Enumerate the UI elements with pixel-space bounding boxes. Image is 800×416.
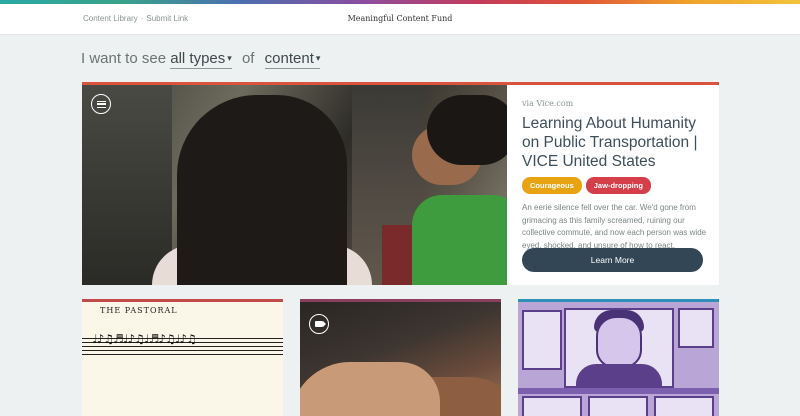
video-icon [309, 314, 329, 334]
illustration-panel [654, 396, 714, 416]
photo-person-green-shirt [412, 195, 507, 285]
featured-info: via Vice.com Learning About Humanity on … [522, 99, 712, 252]
illustration-body [576, 364, 662, 388]
tag-courageous[interactable]: Courageous [522, 177, 582, 194]
content-dropdown[interactable]: content ▾ [264, 50, 321, 69]
content-card[interactable] [300, 299, 501, 416]
content-dropdown-value: content [264, 50, 314, 67]
top-bar: Content Library · Submit Link Meaningful C… [0, 4, 800, 35]
filter-middle: of [241, 50, 255, 67]
illustration-band [518, 388, 719, 394]
tag-jaw-dropping[interactable]: Jaw-dropping [585, 177, 651, 194]
tag-list: Courageous Jaw-dropping [522, 177, 712, 194]
article-icon [91, 94, 111, 114]
featured-description: An eerie silence fell over the car. We'd… [522, 203, 707, 250]
photo-hand [300, 362, 440, 416]
photo-person-hair [177, 95, 347, 285]
photo-person-hair [427, 95, 507, 165]
featured-title[interactable]: Learning About Humanity on Public Transp… [522, 114, 712, 171]
featured-image[interactable] [82, 85, 507, 285]
photo-background [82, 85, 172, 285]
learn-more-button[interactable]: Learn More [522, 248, 703, 272]
illustration-panel [678, 308, 714, 348]
content-filter: I want to see all types ▾ of content ▾ [81, 50, 321, 69]
type-dropdown[interactable]: all types ▾ [170, 50, 232, 69]
illustration-panel [522, 310, 562, 370]
illustration-panel [522, 396, 582, 416]
site-title[interactable]: Meaningful Content Fund [0, 14, 800, 23]
filter-prefix: I want to see [81, 50, 167, 67]
source-label: via Vice.com [522, 99, 574, 108]
illustration-panel [588, 396, 648, 416]
chevron-down-icon: ▾ [315, 53, 321, 63]
content-card[interactable]: THE PASTORAL ♩♪♫♬♩♪♫♩♬♪♫♩♪♫ [82, 299, 283, 416]
featured-card: via Vice.com Learning About Humanity on … [82, 82, 719, 285]
music-notes: ♩♪♫♬♩♪♫♩♬♪♫♩♪♫ [92, 332, 197, 346]
content-card[interactable] [518, 299, 719, 416]
chevron-down-icon: ▾ [227, 53, 232, 63]
sheet-music-title: THE PASTORAL [100, 306, 178, 315]
type-dropdown-value: all types [170, 50, 226, 67]
illustration-face [596, 316, 642, 368]
